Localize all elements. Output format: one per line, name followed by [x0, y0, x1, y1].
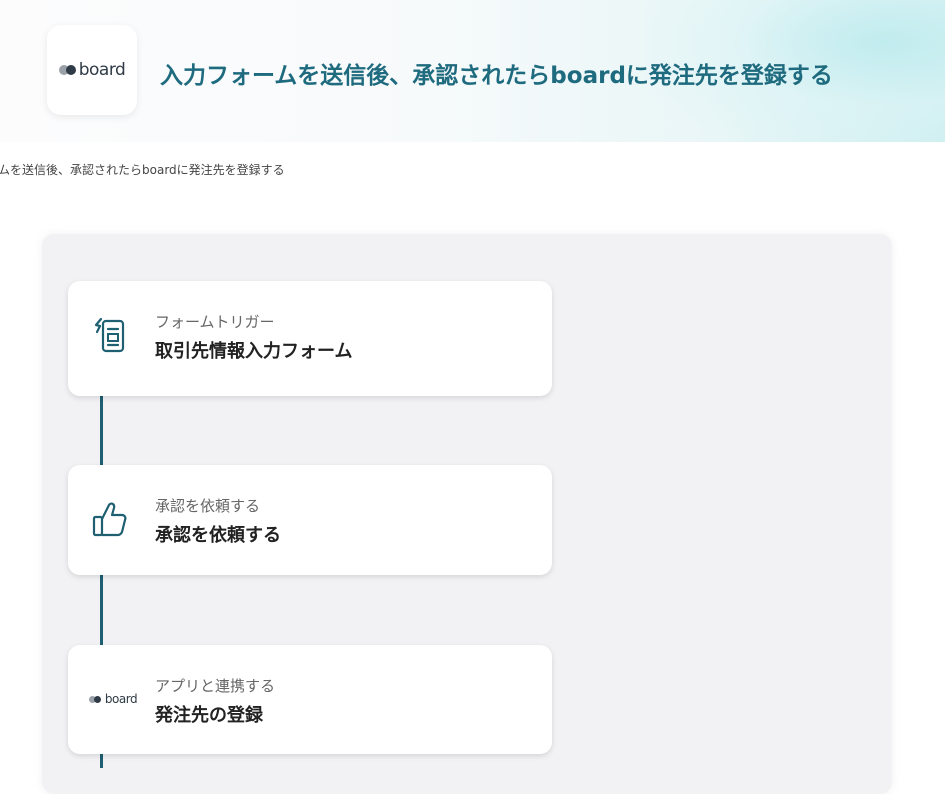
flow-step-approval[interactable]: 承認を依頼する 承認を依頼する: [68, 465, 552, 575]
board-logo-icon: board: [58, 60, 126, 80]
step-subtitle: アプリと連携する: [155, 677, 276, 695]
flow-connector: [100, 754, 103, 768]
flow-step-app-integration[interactable]: board アプリと連携する 発注先の登録: [68, 645, 552, 754]
board-logo-text: board: [78, 60, 126, 80]
page-title: 入力フォームを送信後、承認されたらboardに発注先を登録する: [160, 63, 833, 89]
flow-connector: [100, 396, 103, 466]
step-title: 取引先情報入力フォーム: [155, 341, 353, 362]
flow-step-form-trigger[interactable]: フォームトリガー 取引先情報入力フォーム: [68, 281, 552, 396]
board-logo-icon: board: [88, 679, 138, 719]
step-subtitle: フォームトリガー: [155, 313, 275, 331]
app-icon-board: board: [47, 25, 137, 115]
thumbs-up-icon: [90, 499, 130, 539]
step-title: 承認を依頼する: [155, 525, 281, 546]
step-title: 発注先の登録: [155, 705, 263, 726]
form-icon: [90, 315, 130, 355]
breadcrumb[interactable]: ムを送信後、承認されたらboardに発注先を登録する: [0, 161, 285, 178]
step-subtitle: 承認を依頼する: [155, 497, 261, 515]
board-logo-text: board: [104, 692, 138, 706]
flow-connector: [100, 575, 103, 645]
